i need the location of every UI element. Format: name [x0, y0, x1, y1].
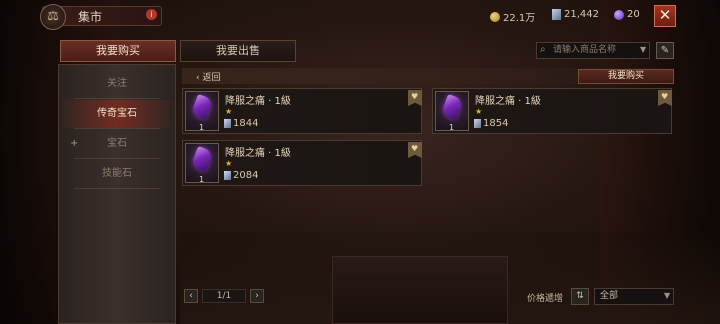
page-indicator: 1/1 [202, 289, 246, 303]
platinum-icon [552, 9, 561, 20]
item-quantity: 1 [199, 175, 205, 184]
item-name: 降服之痛 · 1級 [225, 148, 291, 159]
gold-amount: 22.1万 [503, 13, 536, 24]
item-quantity: 1 [199, 123, 205, 132]
platinum-currency: 21,442 [552, 9, 599, 20]
info-icon[interactable]: i [146, 9, 157, 20]
item-price: 1854 [474, 118, 508, 129]
rug-decor [332, 256, 508, 324]
chevron-down-icon: ▼ [664, 291, 671, 300]
prev-page-button[interactable]: ‹ [184, 289, 198, 303]
sidebar-divider [74, 98, 160, 99]
chevron-left-icon: ‹ [196, 73, 200, 83]
orb-amount: 20 [627, 9, 640, 20]
gold-coin-icon [490, 11, 500, 22]
sort-direction-button[interactable]: ⇅ [571, 288, 589, 305]
heart-icon: ♥ [411, 144, 419, 153]
want-buy-button[interactable]: 我要购买 [578, 69, 674, 84]
next-page-button[interactable]: › [250, 289, 264, 303]
sidebar-item-legendary-gems[interactable]: 传奇宝石 [58, 100, 176, 128]
price-value: 1854 [483, 118, 509, 129]
item-price: 1844 [224, 118, 258, 129]
platinum-amount: 21,442 [564, 9, 599, 20]
price-value: 2084 [233, 170, 259, 181]
sort-label: 价格遞增 [527, 294, 564, 304]
star-icon: ★ [475, 107, 483, 116]
tab-sell[interactable]: 我要出售 [180, 40, 296, 62]
scale-icon: ⚖ [40, 4, 66, 30]
sidebar-item-skill-stones[interactable]: 技能石 [58, 160, 176, 188]
gold-currency: 22.1万 [490, 9, 535, 24]
sidebar-divider [74, 158, 160, 159]
tab-buy[interactable]: 我要购买 [60, 40, 176, 62]
star-icon: ★ [225, 107, 233, 116]
sidebar-divider [74, 128, 160, 129]
orb-currency: 20 [614, 9, 640, 20]
search-input[interactable]: 请输入商品名称 [536, 42, 650, 59]
expand-icon[interactable]: + [70, 138, 78, 149]
platinum-icon [224, 171, 231, 180]
back-button[interactable]: ‹ 返回 [196, 70, 221, 83]
item-quantity: 1 [449, 123, 455, 132]
edit-button[interactable]: ✎ [656, 42, 674, 59]
page-title: 集市 [78, 10, 103, 24]
back-label: 返回 [202, 73, 221, 83]
close-button[interactable]: ✕ [654, 5, 676, 27]
item-name: 降服之痛 · 1級 [475, 96, 541, 107]
platinum-icon [224, 119, 231, 128]
heart-icon: ♥ [661, 92, 669, 101]
platinum-icon [474, 119, 481, 128]
item-price: 2084 [224, 170, 258, 181]
heart-icon: ♥ [411, 92, 419, 101]
star-icon: ★ [225, 159, 233, 168]
search-dropdown-icon[interactable]: ▼ [640, 45, 646, 54]
sidebar-divider [74, 188, 160, 189]
price-value: 1844 [233, 118, 259, 129]
search-icon: ⌕ [540, 44, 546, 55]
filter-select[interactable]: 全部 [594, 288, 674, 305]
sidebar-item-favorites[interactable]: 关注 [58, 70, 176, 98]
item-name: 降服之痛 · 1級 [225, 96, 291, 107]
orb-icon [614, 9, 624, 20]
